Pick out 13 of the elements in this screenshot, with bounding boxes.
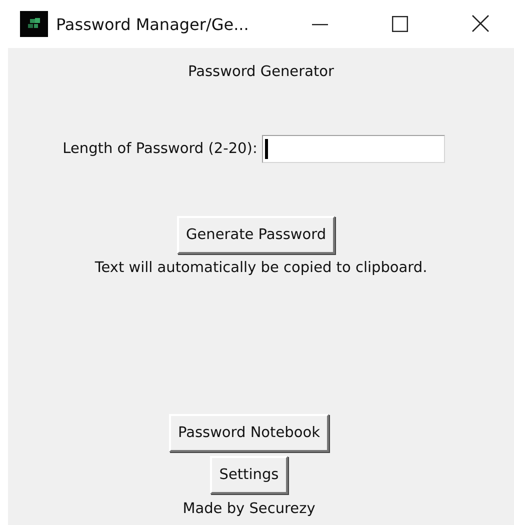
maximize-icon[interactable] <box>392 16 408 32</box>
heading: Password Generator <box>188 64 334 80</box>
generate-password-button[interactable]: Generate Password <box>176 216 336 254</box>
window-title: Password Manager/Ge... <box>56 14 249 34</box>
app-icon <box>20 11 48 37</box>
close-icon[interactable] <box>472 15 489 32</box>
footer-credit: Made by Securezy <box>182 501 316 517</box>
clipboard-note: Text will automatically be copied to clipboard. <box>94 260 428 276</box>
notebook-button[interactable]: Password Notebook <box>168 414 329 452</box>
length-field[interactable] <box>262 135 446 163</box>
length-label: Length of Password (2-20): <box>62 141 258 157</box>
settings-button[interactable]: Settings <box>210 456 288 494</box>
minimize-icon[interactable] <box>312 24 328 26</box>
